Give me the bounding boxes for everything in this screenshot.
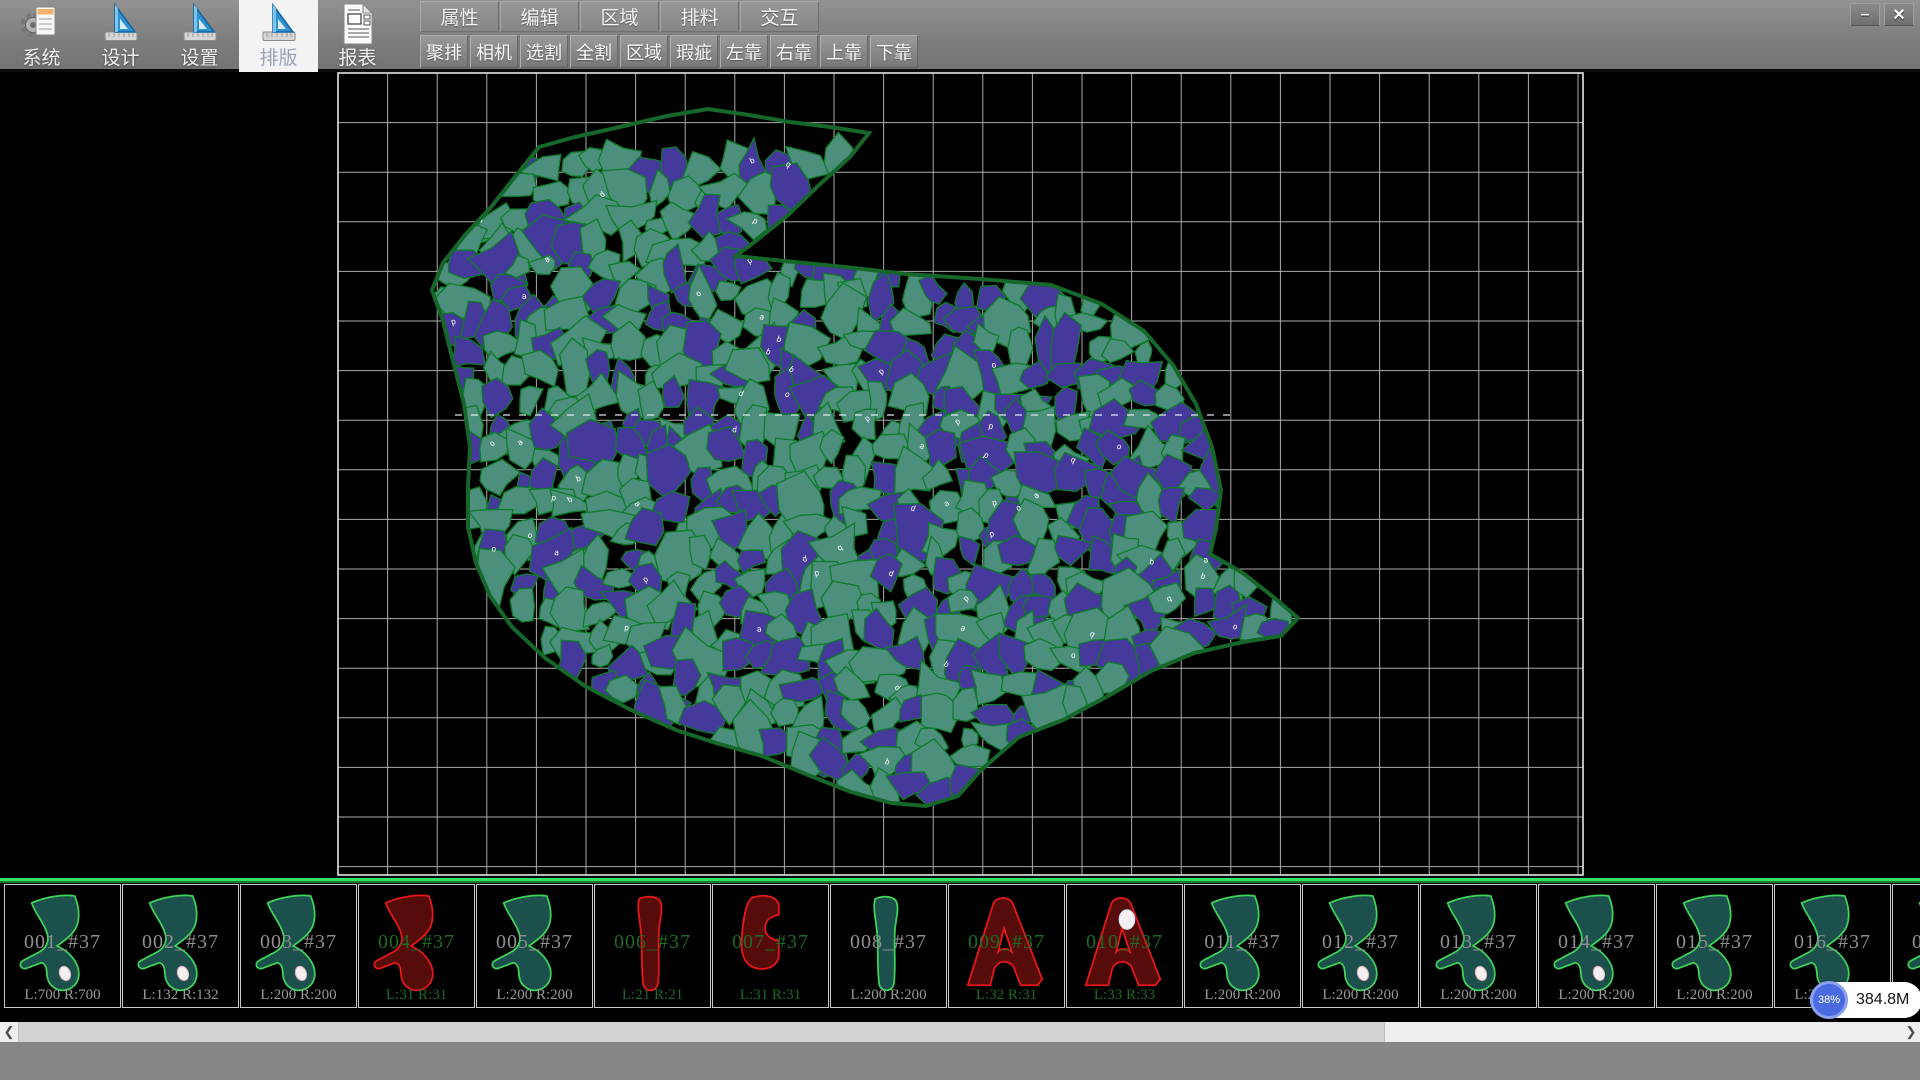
scrollbar-thumb[interactable]: [18, 1022, 1385, 1042]
piece-id: 010_#37: [1067, 931, 1182, 954]
piece-id: 008_#37: [831, 931, 946, 954]
tool-cluster-nest[interactable]: 聚排: [420, 35, 468, 68]
memory-percent-indicator: 38%: [1810, 981, 1848, 1019]
horizontal-scrollbar[interactable]: ❮ ❯: [0, 1022, 1920, 1042]
svg-text:a: a: [522, 292, 528, 301]
ruler-icon: [97, 1, 145, 52]
piece-lr-counts: L:31 R:31: [713, 987, 828, 1004]
piece-lr-counts: L:21 R:21: [595, 987, 710, 1004]
tool-snap-right[interactable]: 右靠: [770, 35, 818, 68]
tab-label: 报表: [338, 49, 376, 69]
piece-lr-counts: L:200 R:200: [1657, 987, 1772, 1004]
piece-lr-counts: L:200 R:200: [831, 987, 946, 1004]
piece-lr-counts: L:200 R:200: [1539, 987, 1654, 1004]
application-window: 系统设计设置排版报表 属性编辑区域排料交互 聚排相机选割全割区域瑕疵左靠右靠上靠…: [0, 0, 1920, 1080]
piece-lr-counts: L:200 R:200: [1185, 987, 1300, 1004]
tool-snap-left[interactable]: 左靠: [720, 35, 768, 68]
thumbnail-cell[interactable]: 014_#37 L:200 R:200: [1538, 884, 1655, 1008]
tab-label: 排版: [259, 49, 297, 69]
tool-defect[interactable]: 瑕疵: [670, 35, 718, 68]
tab-nesting[interactable]: 排版: [239, 0, 318, 72]
piece-id: 001_#37: [5, 931, 120, 954]
piece-lr-counts: L:32 R:31: [949, 987, 1064, 1004]
nesting-canvas[interactable]: bqdapapaopabbbpododpppoaapqobpbadapoaopo…: [0, 72, 1920, 878]
tool-snap-top[interactable]: 上靠: [820, 35, 868, 68]
tab-label: 设置: [180, 49, 218, 69]
ruler-icon: [176, 1, 224, 52]
tab-system[interactable]: 系统: [2, 0, 81, 72]
report-icon: [334, 1, 382, 52]
tool-region[interactable]: 区域: [620, 35, 668, 68]
piece-lr-counts: L:200 R:200: [1421, 987, 1536, 1004]
tool-select-cut[interactable]: 选割: [520, 35, 568, 68]
piece-id: 002_#37: [123, 931, 238, 954]
menu-bar: 属性编辑区域排料交互: [420, 1, 820, 32]
piece-id: 015_#37: [1657, 931, 1772, 954]
thumbnail-cell[interactable]: 004_#37 L:31 R:31: [358, 884, 475, 1008]
thumbnail-cell[interactable]: 006_#37 L:21 R:21: [594, 884, 711, 1008]
thumbnail-cell[interactable]: 003_#37 L:200 R:200: [240, 884, 357, 1008]
thumbnail-cell[interactable]: 001_#37 L:700 R:700: [4, 884, 121, 1008]
ribbon-toolbar: 系统设计设置排版报表 属性编辑区域排料交互 聚排相机选割全割区域瑕疵左靠右靠上靠…: [0, 0, 1920, 72]
thumbnail-cell[interactable]: 002_#37 L:132 R:132: [122, 884, 239, 1008]
piece-lr-counts: L:31 R:31: [359, 987, 474, 1004]
memory-usage-label: 384.8M: [1856, 982, 1909, 1018]
status-bar: [0, 1042, 1920, 1080]
thumbnail-cell[interactable]: 012_#37 L:200 R:200: [1302, 884, 1419, 1008]
thumbnail-cell[interactable]: 013_#37 L:200 R:200: [1420, 884, 1537, 1008]
piece-id: 004_#37: [359, 931, 474, 954]
piece-id: 009_#37: [949, 931, 1064, 954]
piece-lr-counts: L:200 R:200: [1303, 987, 1418, 1004]
piece-lr-counts: L:33 R:33: [1067, 987, 1182, 1004]
menu-interact[interactable]: 交互: [740, 1, 819, 32]
memory-badge[interactable]: 38% 384.8M: [1810, 982, 1920, 1018]
menu-properties[interactable]: 属性: [420, 1, 499, 32]
piece-id: 013_#37: [1421, 931, 1536, 954]
thumbnail-cell[interactable]: 008_#37 L:200 R:200: [830, 884, 947, 1008]
piece-lr-counts: L:200 R:200: [477, 987, 592, 1004]
menu-edit[interactable]: 编辑: [500, 1, 579, 32]
window-controls: – ✕: [1850, 3, 1914, 26]
tab-settings[interactable]: 设置: [160, 0, 239, 72]
piece-id: 011_#37: [1185, 931, 1300, 954]
piece-thumbnail-strip: 001_#37L:700 R:700002_#37L:132 R:132003_…: [0, 883, 1920, 1010]
scroll-left-icon[interactable]: ❮: [0, 1022, 18, 1042]
svg-text:a: a: [554, 548, 560, 557]
piece-id: 003_#37: [241, 931, 356, 954]
piece-id: 014_#37: [1539, 931, 1654, 954]
minimize-button[interactable]: –: [1850, 3, 1880, 26]
piece-id: 005_#37: [477, 931, 592, 954]
thumbnail-cell[interactable]: 005_#37 L:200 R:200: [476, 884, 593, 1008]
thumbnail-cell[interactable]: 015_#37 L:200 R:200: [1656, 884, 1773, 1008]
tool-snap-bottom[interactable]: 下靠: [870, 35, 918, 68]
svg-text:o: o: [1071, 651, 1076, 660]
svg-text:d: d: [732, 425, 738, 434]
piece-id: 006_#37: [595, 931, 710, 954]
piece-id: 012_#37: [1303, 931, 1418, 954]
piece-lr-counts: L:200 R:200: [241, 987, 356, 1004]
piece-id: 017_#37: [1893, 931, 1920, 954]
thumbnail-cell[interactable]: 011_#37 L:200 R:200: [1184, 884, 1301, 1008]
piece-id: 007_#37: [713, 931, 828, 954]
scroll-right-icon[interactable]: ❯: [1902, 1022, 1920, 1042]
tab-report[interactable]: 报表: [318, 0, 397, 72]
thumbnail-cell[interactable]: 009_#37 L:32 R:31: [948, 884, 1065, 1008]
tool-camera[interactable]: 相机: [470, 35, 518, 68]
main-tab-bar: 系统 设计 设置 排版 报表: [2, 0, 397, 72]
tab-label: 系统: [22, 49, 60, 69]
tab-label: 设计: [101, 49, 139, 69]
piece-lr-counts: L:700 R:700: [5, 987, 120, 1004]
tool-cut-all[interactable]: 全割: [570, 35, 618, 68]
thumbnail-cell[interactable]: 010_#37 L:33 R:33: [1066, 884, 1183, 1008]
menu-nesting[interactable]: 排料: [660, 1, 739, 32]
tool-bar: 聚排相机选割全割区域瑕疵左靠右靠上靠下靠: [420, 35, 920, 68]
ruler-icon: [255, 1, 303, 52]
thumbnail-cell[interactable]: 007_#37 L:31 R:31: [712, 884, 829, 1008]
gear-doc-icon: [18, 1, 66, 52]
piece-id: 016_#37: [1775, 931, 1890, 954]
tab-design[interactable]: 设计: [81, 0, 160, 72]
piece-lr-counts: L:132 R:132: [123, 987, 238, 1004]
menu-region[interactable]: 区域: [580, 1, 659, 32]
close-button[interactable]: ✕: [1884, 3, 1914, 26]
